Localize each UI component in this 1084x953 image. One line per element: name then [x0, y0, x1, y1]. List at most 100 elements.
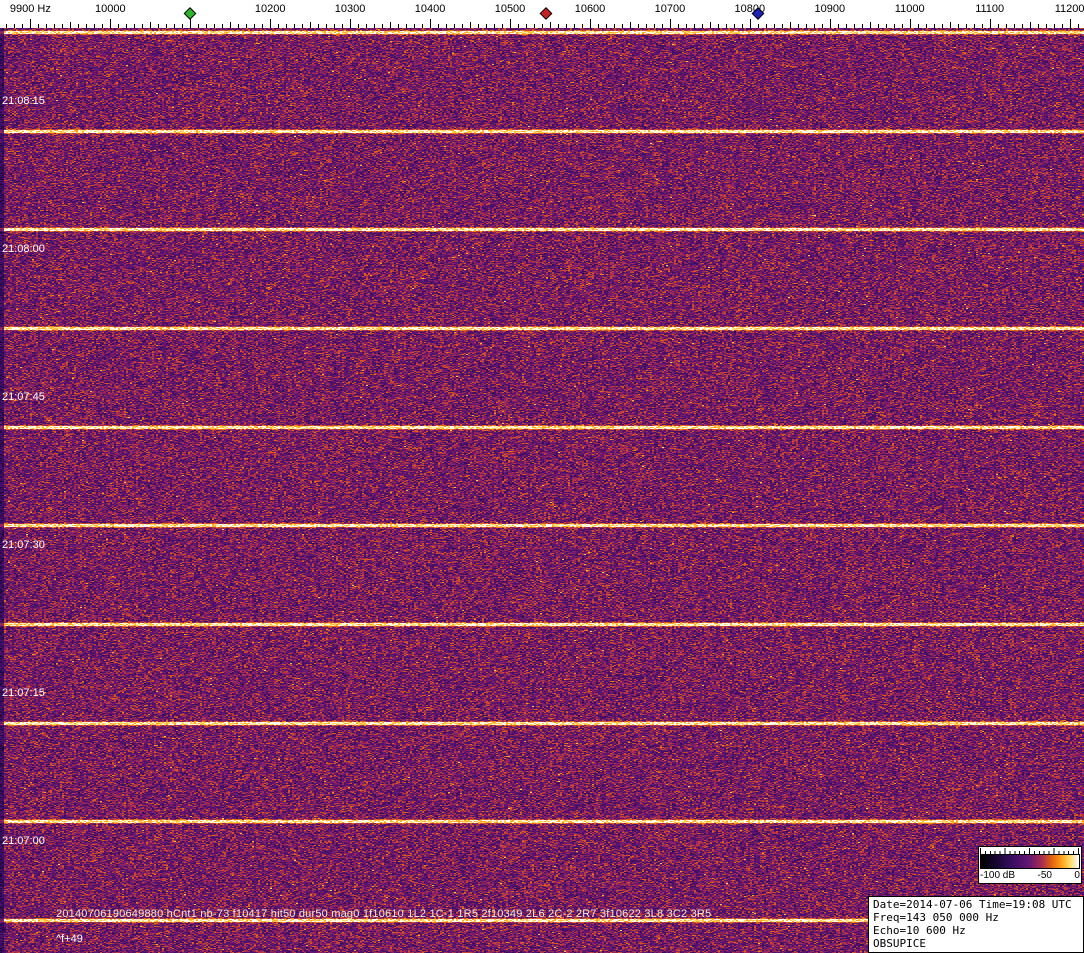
freq-tick	[518, 24, 519, 28]
freq-axis-label: 11200	[1055, 3, 1084, 15]
freq-tick	[262, 24, 263, 28]
freq-tick	[62, 24, 63, 28]
freq-tick	[646, 24, 647, 28]
freq-tick	[110, 19, 111, 28]
freq-tick	[566, 24, 567, 28]
freq-tick	[806, 24, 807, 28]
freq-tick	[870, 22, 871, 28]
freq-axis-label: 10200	[255, 3, 286, 15]
spectrogram-canvas[interactable]	[0, 28, 1084, 953]
freq-tick	[358, 24, 359, 28]
freq-tick	[22, 24, 23, 28]
freq-tick	[774, 24, 775, 28]
freq-tick	[558, 24, 559, 28]
freq-tick	[758, 24, 759, 28]
freq-tick	[798, 24, 799, 28]
freq-tick	[982, 24, 983, 28]
freq-tick	[726, 24, 727, 28]
freq-tick	[974, 24, 975, 28]
freq-axis-label: 10000	[95, 3, 126, 15]
freq-tick	[382, 24, 383, 28]
station-info-box: Date=2014-07-06 Time=19:08 UTC Freq=143 …	[868, 896, 1084, 953]
green-marker[interactable]	[184, 7, 197, 20]
freq-tick	[782, 24, 783, 28]
freq-tick	[662, 24, 663, 28]
freq-tick	[1046, 24, 1047, 28]
freq-tick	[94, 24, 95, 28]
red-marker[interactable]	[540, 7, 553, 20]
freq-tick	[606, 24, 607, 28]
freq-tick	[734, 24, 735, 28]
freq-tick	[542, 24, 543, 28]
freq-tick	[854, 24, 855, 28]
freq-tick	[694, 24, 695, 28]
freq-tick	[622, 24, 623, 28]
freq-tick	[38, 24, 39, 28]
time-axis-label: 21:07:45	[2, 391, 45, 403]
freq-tick	[814, 24, 815, 28]
freq-tick	[638, 24, 639, 28]
time-axis-label: 21:07:30	[2, 539, 45, 551]
freq-tick	[486, 24, 487, 28]
freq-tick	[6, 24, 7, 28]
freq-tick	[246, 24, 247, 28]
frequency-axis: 9900 Hz 10000 10200 10300 10400 10500 10600 107…	[0, 0, 1084, 28]
freq-tick	[590, 19, 591, 28]
freq-tick	[414, 24, 415, 28]
freq-tick	[230, 22, 231, 28]
freq-axis-label: 10300	[335, 3, 366, 15]
freq-tick	[1022, 24, 1023, 28]
freq-axis-label: 11100	[975, 3, 1004, 15]
freq-tick	[934, 24, 935, 28]
freq-tick	[350, 19, 351, 28]
freq-tick	[238, 24, 239, 28]
freq-tick	[510, 19, 511, 28]
freq-tick	[494, 24, 495, 28]
freq-tick	[214, 24, 215, 28]
freq-tick	[678, 24, 679, 28]
freq-tick	[134, 24, 135, 28]
freq-tick	[710, 22, 711, 28]
freq-tick	[790, 22, 791, 28]
freq-tick	[406, 24, 407, 28]
freq-tick	[270, 19, 271, 28]
freq-tick	[742, 24, 743, 28]
frequency-offset-text: ^f+49	[56, 933, 83, 945]
freq-tick	[598, 24, 599, 28]
freq-tick	[446, 24, 447, 28]
freq-tick	[942, 24, 943, 28]
freq-tick	[966, 24, 967, 28]
freq-tick	[302, 24, 303, 28]
freq-tick	[222, 24, 223, 28]
freq-tick	[918, 24, 919, 28]
freq-tick	[894, 24, 895, 28]
freq-tick	[1078, 24, 1079, 28]
colorbar-label-max: 0	[1074, 870, 1080, 881]
freq-tick	[374, 24, 375, 28]
freq-tick	[926, 24, 927, 28]
freq-tick	[206, 24, 207, 28]
freq-tick	[86, 24, 87, 28]
freq-tick	[950, 22, 951, 28]
freq-tick	[470, 22, 471, 28]
freq-tick	[878, 24, 879, 28]
freq-tick	[686, 24, 687, 28]
spectrogram-app: 9900 Hz 10000 10200 10300 10400 10500 10600 107…	[0, 0, 1084, 953]
freq-tick	[718, 24, 719, 28]
freq-axis-label: 10700	[655, 3, 686, 15]
freq-tick	[158, 24, 159, 28]
colorbar-label-mid: -50	[1038, 870, 1052, 881]
freq-axis-label: 10600	[575, 3, 606, 15]
freq-tick	[574, 24, 575, 28]
freq-tick	[286, 24, 287, 28]
freq-tick	[958, 24, 959, 28]
freq-tick	[254, 24, 255, 28]
freq-tick	[1006, 24, 1007, 28]
freq-tick	[398, 24, 399, 28]
colorbar-labels: -100 dB -50 0	[980, 869, 1080, 882]
info-line-echo: Echo=10 600 Hz	[873, 924, 1079, 937]
freq-axis-label: 9900 Hz	[10, 3, 51, 15]
freq-tick	[1070, 19, 1071, 28]
freq-tick	[278, 24, 279, 28]
freq-tick	[102, 24, 103, 28]
